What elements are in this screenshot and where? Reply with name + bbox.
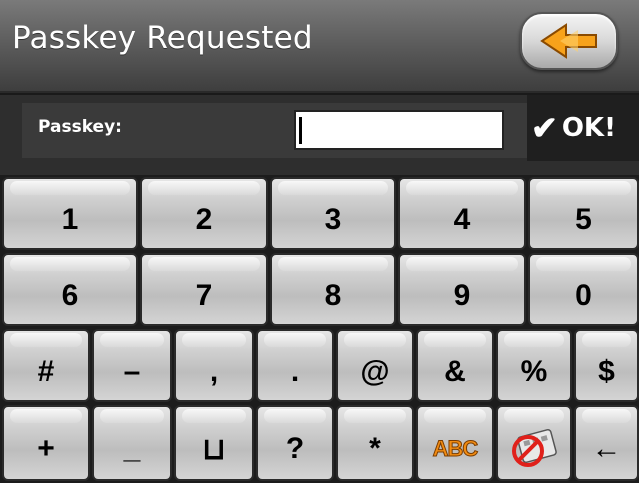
key-backspace[interactable]: ←	[574, 405, 639, 481]
back-button[interactable]	[520, 12, 618, 70]
key-asterisk[interactable]: *	[336, 405, 414, 481]
key-period[interactable]: .	[256, 329, 334, 402]
key-8[interactable]: 8	[270, 253, 396, 326]
key-5[interactable]: 5	[528, 177, 639, 250]
title-bar: Passkey Requested	[0, 0, 639, 93]
check-icon: ✔	[531, 110, 558, 146]
text-caret	[299, 117, 302, 144]
ok-button[interactable]: ✔ OK!	[527, 95, 639, 161]
passkey-label: Passkey:	[38, 117, 122, 137]
keypad: 1 2 3 4 5 6 7 8 9 0 # – , . @ & % $ + _ …	[0, 175, 639, 483]
key-ampersand[interactable]: &	[416, 329, 494, 402]
key-percent[interactable]: %	[496, 329, 572, 402]
key-underscore[interactable]: _	[92, 405, 172, 481]
key-4[interactable]: 4	[398, 177, 526, 250]
key-7[interactable]: 7	[140, 253, 268, 326]
backspace-icon: ←	[591, 432, 622, 465]
key-at[interactable]: @	[336, 329, 414, 402]
key-plus[interactable]: +	[2, 405, 90, 481]
key-abc[interactable]: ABC	[416, 405, 494, 481]
key-comma[interactable]: ,	[174, 329, 254, 402]
abc-label: ABC	[432, 436, 479, 462]
ok-label: OK!	[561, 113, 616, 143]
key-no-keyboard[interactable]	[496, 405, 572, 481]
key-question[interactable]: ?	[256, 405, 334, 481]
page-title: Passkey Requested	[12, 20, 313, 56]
key-space[interactable]: ⊔	[174, 405, 254, 481]
key-dollar[interactable]: $	[574, 329, 639, 402]
key-2[interactable]: 2	[140, 177, 268, 250]
no-keyboard-icon	[512, 428, 557, 467]
key-3[interactable]: 3	[270, 177, 396, 250]
key-minus[interactable]: –	[92, 329, 172, 402]
passkey-input[interactable]	[294, 110, 504, 150]
key-hash[interactable]: #	[2, 329, 90, 402]
key-6[interactable]: 6	[2, 253, 138, 326]
key-0[interactable]: 0	[528, 253, 639, 326]
key-9[interactable]: 9	[398, 253, 526, 326]
key-1[interactable]: 1	[2, 177, 138, 250]
back-arrow-icon	[540, 23, 597, 59]
